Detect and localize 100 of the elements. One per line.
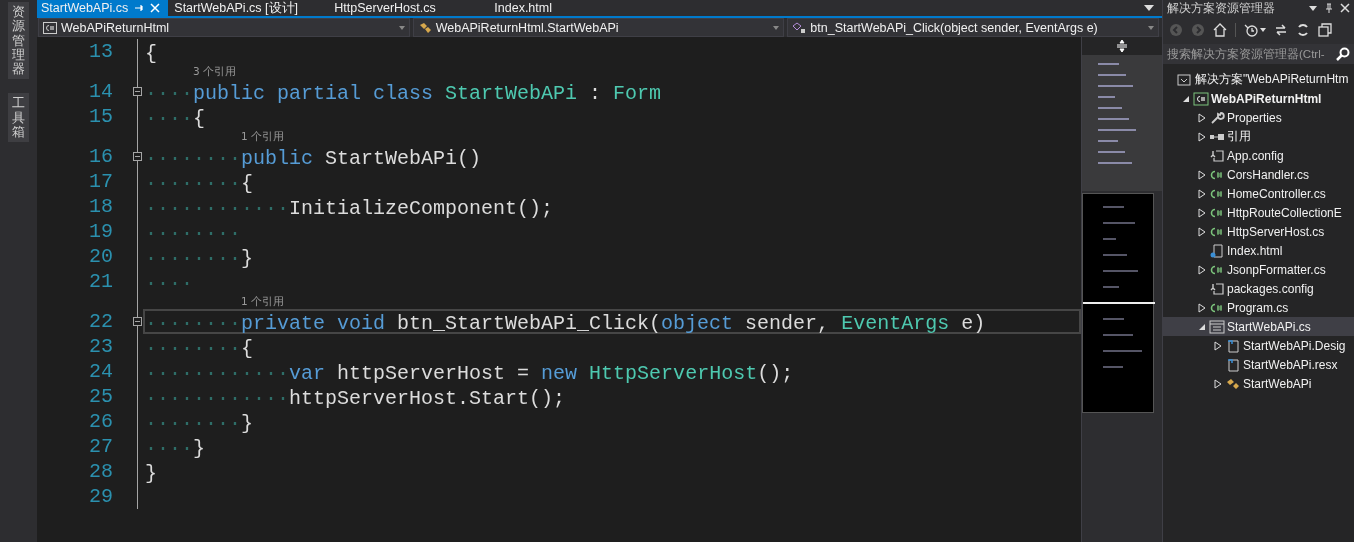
code-line: ···· [144,271,194,294]
code-line: ········public StartWebAPi() [144,146,483,169]
document-tab[interactable]: StartWebAPi.cs [37,0,169,16]
file-icon [1225,357,1241,372]
expand-icon[interactable] [1198,188,1206,199]
member-dropdown[interactable]: btn_StartWebAPi_Click(object sender, EventArgs e) [787,18,1159,37]
code-line: ············httpServerHost.Start(); [144,386,567,409]
tree-item[interactable]: packages.config [1163,279,1354,298]
line-number: 19 [89,220,113,243]
search-field[interactable]: 搜索解决方案资源管理器(Ctrl- [1163,44,1354,64]
code-line: ····} [144,436,207,459]
config-file-icon [1209,148,1225,163]
document-tab[interactable]: Index.html [490,0,651,16]
config-file-icon [1209,281,1225,296]
expand-icon[interactable] [1214,340,1222,351]
code-line: ············InitializeComponent(); [144,196,555,219]
line-number: 14 [89,80,113,103]
document-tab[interactable]: HttpServerHost.cs [330,0,491,16]
dropdown-icon[interactable] [1308,3,1318,13]
line-number: 15 [89,105,113,128]
tree-item[interactable]: Properties [1163,108,1354,127]
tree-item[interactable]: HomeController.cs [1163,184,1354,203]
reference-count-link[interactable]: 3 个引用 [193,64,237,79]
line-number: 25 [89,385,113,408]
code-line: ····{ [144,106,207,129]
line-number: 22 [89,310,113,333]
search-icon[interactable] [1336,47,1350,61]
line-number: 27 [89,435,113,458]
tree-item[interactable]: StartWebAPi.cs [1163,317,1354,336]
document-tab[interactable]: StartWebAPi.cs [设计] [170,0,331,16]
close-icon[interactable] [1340,3,1350,13]
pin-icon[interactable] [1324,3,1334,13]
expand-icon[interactable] [1198,207,1206,218]
type-dropdown[interactable]: WebAPiReturnHtml.StartWebAPi [412,18,785,37]
wrench-icon [1209,110,1225,125]
reference-count-link[interactable]: 1 个引用 [241,294,285,309]
code-line: { [144,41,158,64]
line-number: 13 [89,40,113,63]
tree-item[interactable]: HttpServerHost.cs [1163,222,1354,241]
side-tab[interactable]: 资源管理器 [8,2,29,80]
tree-item[interactable]: Program.cs [1163,298,1354,317]
caret-icon[interactable] [1260,28,1266,32]
expand-icon[interactable] [1198,131,1206,142]
tree-item[interactable]: StartWebAPi.resx [1163,355,1354,374]
collapse-icon[interactable] [133,87,142,96]
method-icon [792,21,807,34]
tree-item[interactable]: StartWebAPi.Desig [1163,336,1354,355]
home-icon[interactable] [1213,23,1227,37]
line-number: 29 [89,485,113,508]
file-icon [1225,338,1241,353]
code-line: ········} [144,246,255,269]
tree-item[interactable]: HttpRouteCollectionE [1163,203,1354,222]
side-tab[interactable]: 工具箱 [8,93,29,143]
line-number: 20 [89,245,113,268]
code-line: } [144,461,158,484]
line-number: 16 [89,145,113,168]
solution-icon [1177,72,1193,87]
collapse-icon[interactable] [133,152,142,161]
line-number: 17 [89,170,113,193]
form-icon [1209,319,1225,334]
code-line: ············var httpServerHost = new HttpServerHost(); [144,361,795,384]
code-line: ········{ [144,171,255,194]
class-icon [1225,376,1241,391]
line-number: 28 [89,460,113,483]
expand-icon[interactable] [1198,169,1206,180]
collapse-icon[interactable] [133,317,142,326]
tree-item[interactable]: StartWebAPi [1163,374,1354,393]
project-icon [1193,91,1209,106]
line-number: 21 [89,270,113,293]
sync-icon[interactable] [1274,23,1288,37]
expand-icon[interactable] [1198,264,1206,275]
code-line: ········ [144,221,242,244]
expand-icon[interactable] [1198,302,1206,313]
code-line: ····public partial class StartWebAPi : Form [144,81,663,104]
tree-item[interactable]: 引用 [1163,127,1354,146]
project-icon [43,21,57,34]
dropdown-icon[interactable] [1144,5,1154,11]
pin-icon[interactable] [134,3,145,13]
html-file-icon [1209,243,1225,258]
tree-item[interactable]: WebAPiReturnHtml [1163,89,1354,108]
reference-count-link[interactable]: 1 个引用 [241,129,285,144]
project-dropdown[interactable]: WebAPiReturnHtml [38,18,410,37]
tree-item[interactable]: JsonpFormatter.cs [1163,260,1354,279]
tree-item[interactable]: CorsHandler.cs [1163,165,1354,184]
line-number: 26 [89,410,113,433]
split-icon[interactable] [1116,40,1128,52]
refresh-icon[interactable] [1296,23,1310,37]
expand-icon[interactable] [1198,112,1206,123]
line-number: 23 [89,335,113,358]
line-number: 24 [89,360,113,383]
history-icon[interactable] [1244,23,1258,37]
tree-item[interactable]: 解决方案"WebAPiReturnHtm [1163,70,1354,89]
expand-icon[interactable] [1198,226,1206,237]
code-line: ········{ [144,336,255,359]
tree-item[interactable]: Index.html [1163,241,1354,260]
collapse-all-icon[interactable] [1318,23,1332,37]
code-line: ········} [144,411,255,434]
expand-icon[interactable] [1214,378,1222,389]
panel-title: 解决方案资源管理器 [1167,0,1276,17]
tree-item[interactable]: App.config [1163,146,1354,165]
